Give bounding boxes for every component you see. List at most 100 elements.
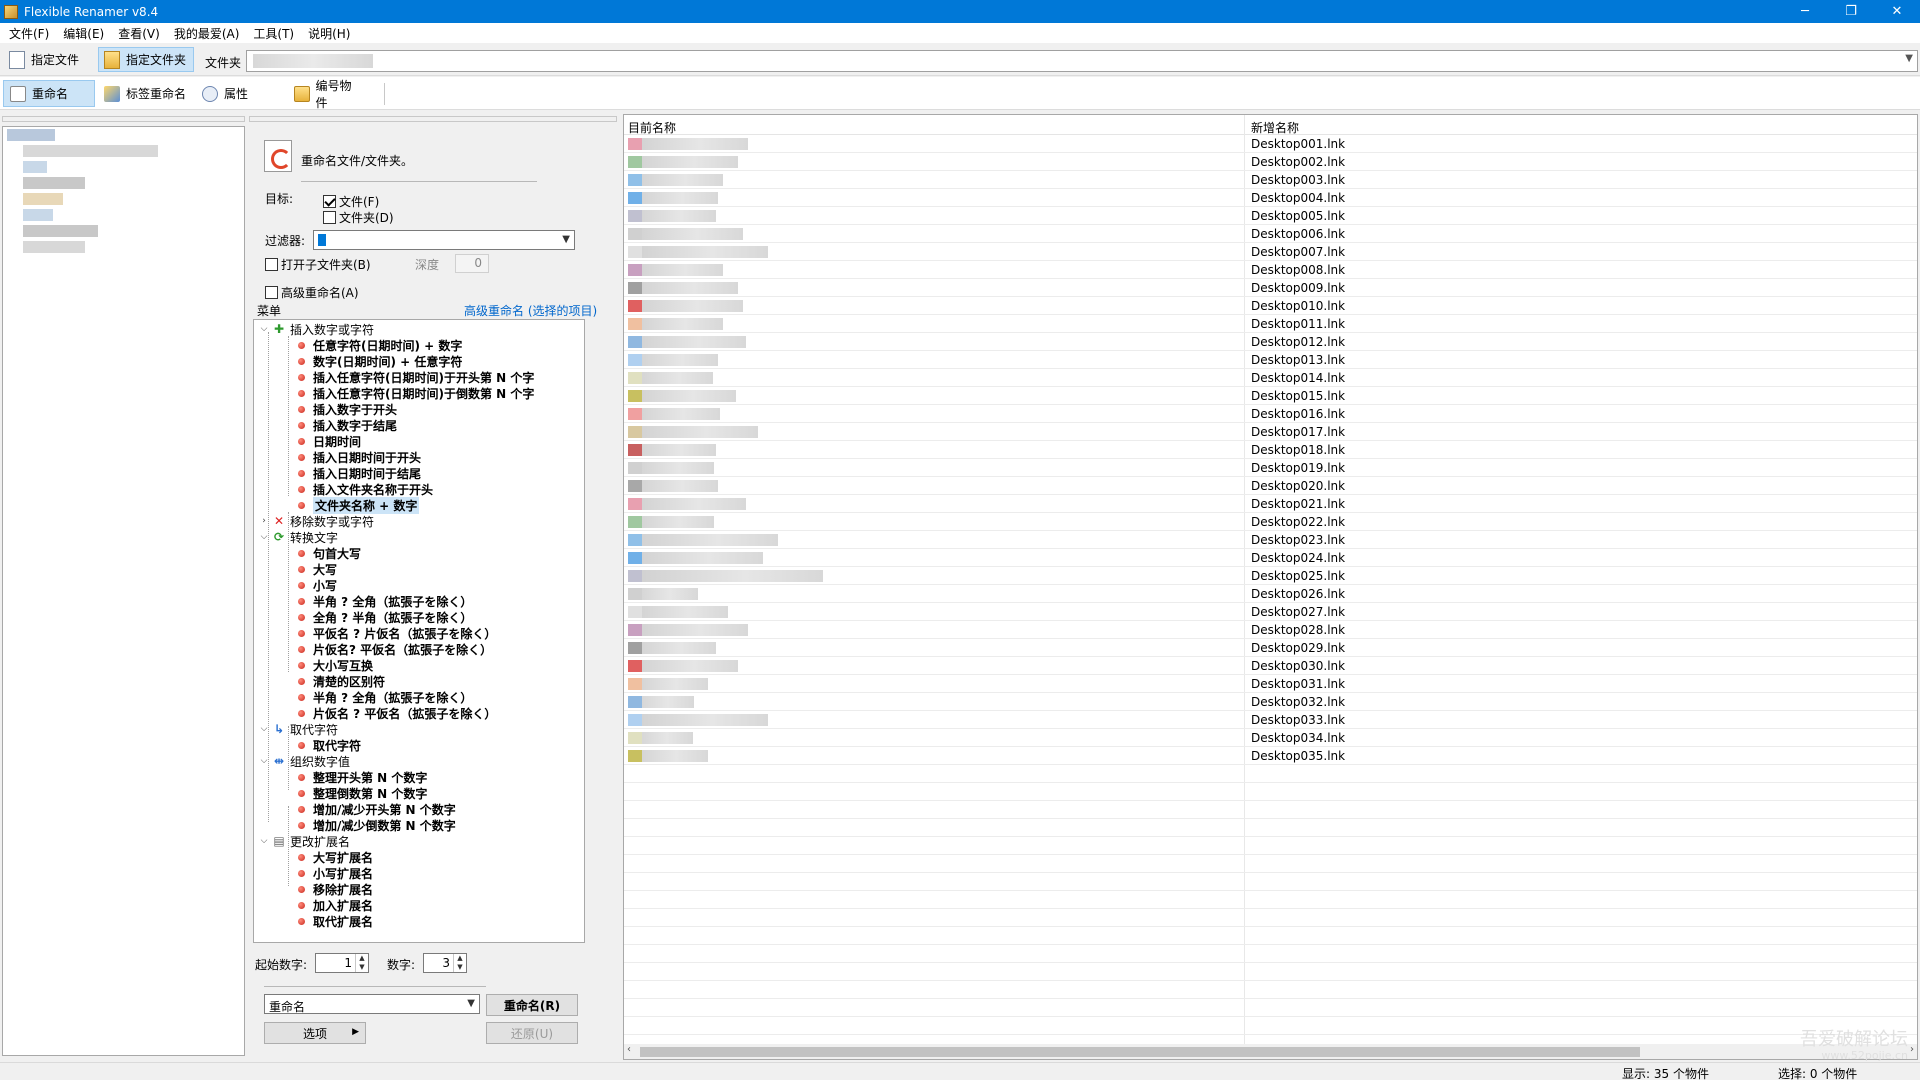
chevron-down-icon[interactable]: ⌵ xyxy=(258,324,270,334)
tree-item[interactable]: 增加/减少倒数第 N 个数字 xyxy=(298,817,456,833)
tree-item[interactable]: 片仮名 ? 平仮名（拡張子を除く） xyxy=(298,705,496,721)
scrollbar-thumb[interactable] xyxy=(640,1047,1640,1057)
tree-node-redacted[interactable] xyxy=(23,145,158,157)
tree-category-replace[interactable]: ⌵ ↳ 取代字符 xyxy=(258,721,338,737)
table-row[interactable]: Desktop025.lnk xyxy=(624,567,1917,585)
table-row[interactable]: Desktop022.lnk xyxy=(624,513,1917,531)
open-subfolders-checkbox[interactable]: 打开子文件夹(B) xyxy=(265,256,371,273)
digits-spinner[interactable]: 3 ▲ ▼ xyxy=(423,953,467,973)
table-row[interactable]: Desktop007.lnk xyxy=(624,243,1917,261)
file-list[interactable]: 目前名称 新增名称 Desktop001.lnk Desktop002.lnk De… xyxy=(623,114,1918,1060)
tab-tag-rename[interactable]: 标签重命名 xyxy=(98,80,194,107)
function-tree[interactable]: ⌵ ✚ 插入数字或字符 任意字符(日期时间) + 数字 数字(日期时间) + 任… xyxy=(253,319,585,943)
table-row[interactable]: Desktop029.lnk xyxy=(624,639,1917,657)
tree-item[interactable]: 片仮名? 平仮名（拡張子を除く） xyxy=(298,641,492,657)
table-row[interactable]: Desktop003.lnk xyxy=(624,171,1917,189)
close-icon[interactable]: ✕ xyxy=(1874,0,1920,23)
tree-item[interactable]: 插入数字于开头 xyxy=(298,401,397,417)
table-row[interactable]: Desktop009.lnk xyxy=(624,279,1917,297)
tree-item[interactable]: 插入日期时间于开头 xyxy=(298,449,421,465)
tab-rename[interactable]: 重命名 xyxy=(3,80,95,107)
table-row[interactable]: Desktop034.lnk xyxy=(624,729,1917,747)
tree-item[interactable]: 整理倒数第 N 个数字 xyxy=(298,785,427,801)
specify-folder-button[interactable]: 指定文件夹 xyxy=(98,47,194,72)
chevron-right-icon[interactable]: › xyxy=(258,516,270,526)
tree-node-redacted[interactable] xyxy=(23,193,63,205)
options-button[interactable]: 选项 ▶ xyxy=(264,1022,366,1044)
tree-item[interactable]: 大小写互换 xyxy=(298,657,373,673)
table-row[interactable]: Desktop018.lnk xyxy=(624,441,1917,459)
tree-item[interactable]: 取代扩展名 xyxy=(298,913,373,929)
depth-input[interactable]: 0 xyxy=(455,254,489,273)
table-row[interactable]: Desktop027.lnk xyxy=(624,603,1917,621)
file-checkbox[interactable]: 文件(F) xyxy=(323,193,379,210)
tab-numbering[interactable]: 编号物件 xyxy=(288,79,368,110)
filter-combo[interactable]: ▼ xyxy=(313,230,575,250)
tree-item[interactable]: 大写 xyxy=(298,561,337,577)
tree-category-organize[interactable]: ⌵ ⇹ 组织数字值 xyxy=(258,753,350,769)
table-row[interactable]: Desktop014.lnk xyxy=(624,369,1917,387)
table-row[interactable]: Desktop001.lnk xyxy=(624,135,1917,153)
table-row[interactable]: Desktop019.lnk xyxy=(624,459,1917,477)
rename-button[interactable]: 重命名(R) xyxy=(486,994,578,1016)
specify-file-button[interactable]: 指定文件 xyxy=(4,47,92,72)
tree-node-redacted[interactable] xyxy=(23,161,47,173)
table-row[interactable]: Desktop006.lnk xyxy=(624,225,1917,243)
table-row[interactable]: Desktop013.lnk xyxy=(624,351,1917,369)
tree-node-redacted[interactable] xyxy=(23,225,98,237)
chevron-down-icon[interactable]: ⌵ xyxy=(258,532,270,542)
table-row[interactable]: Desktop002.lnk xyxy=(624,153,1917,171)
tree-item[interactable]: 插入任意字符(日期时间)于倒数第 N 个字 xyxy=(298,385,534,401)
menu-help[interactable]: 说明(H) xyxy=(301,25,357,42)
tree-item[interactable]: 取代字符 xyxy=(298,737,361,753)
folder-tree[interactable] xyxy=(2,126,245,1056)
tree-item[interactable]: 半角 ? 全角（拡張子を除く） xyxy=(298,689,472,705)
tree-category-remove[interactable]: › ✕ 移除数字或字符 xyxy=(258,513,374,529)
table-row[interactable]: Desktop010.lnk xyxy=(624,297,1917,315)
undo-button[interactable]: 还原(U) xyxy=(486,1022,578,1044)
column-header-current[interactable]: 目前名称 xyxy=(628,119,676,136)
table-row[interactable]: Desktop005.lnk xyxy=(624,207,1917,225)
tree-item[interactable]: 句首大写 xyxy=(298,545,361,561)
tree-item[interactable]: 小写扩展名 xyxy=(298,865,373,881)
tree-item[interactable]: 插入任意字符(日期时间)于开头第 N 个字 xyxy=(298,369,534,385)
tree-item[interactable]: 插入数字于结尾 xyxy=(298,417,397,433)
table-row[interactable]: Desktop008.lnk xyxy=(624,261,1917,279)
chevron-down-icon[interactable]: ⌵ xyxy=(258,724,270,734)
spinner-arrows-icon[interactable]: ▲ ▼ xyxy=(355,954,368,972)
advanced-rename-checkbox[interactable]: 高级重命名(A) xyxy=(265,284,359,301)
chevron-down-icon[interactable]: ▼ xyxy=(467,998,475,1009)
table-row[interactable]: Desktop023.lnk xyxy=(624,531,1917,549)
menu-file[interactable]: 文件(F) xyxy=(2,25,56,42)
table-row[interactable]: Desktop024.lnk xyxy=(624,549,1917,567)
scroll-right-icon[interactable]: › xyxy=(1910,1044,1914,1055)
table-row[interactable]: Desktop016.lnk xyxy=(624,405,1917,423)
tree-item-selected[interactable]: 文件夹名称 + 数字 xyxy=(298,496,420,514)
tree-item[interactable]: 数字(日期时间) + 任意字符 xyxy=(298,353,462,369)
table-row[interactable]: Desktop028.lnk xyxy=(624,621,1917,639)
tree-item[interactable]: 全角 ? 半角（拡張子を除く） xyxy=(298,609,472,625)
tree-node-redacted[interactable] xyxy=(23,241,85,253)
table-row[interactable]: Desktop032.lnk xyxy=(624,693,1917,711)
horizontal-scrollbar[interactable]: ‹ › xyxy=(624,1044,1917,1059)
tab-attributes[interactable]: 属性 xyxy=(196,80,256,107)
tree-item[interactable]: 移除扩展名 xyxy=(298,881,373,897)
tree-item[interactable]: 大写扩展名 xyxy=(298,849,373,865)
table-row[interactable]: Desktop011.lnk xyxy=(624,315,1917,333)
start-number-spinner[interactable]: 1 ▲ ▼ xyxy=(315,953,369,973)
menu-favorites[interactable]: 我的最爱(A) xyxy=(167,25,247,42)
tree-category-convert[interactable]: ⌵ ⟳ 转换文字 xyxy=(258,529,338,545)
tree-item[interactable]: 增加/减少开头第 N 个数字 xyxy=(298,801,456,817)
table-row[interactable]: Desktop030.lnk xyxy=(624,657,1917,675)
tree-item[interactable]: 整理开头第 N 个数字 xyxy=(298,769,427,785)
menu-tools[interactable]: 工具(T) xyxy=(246,25,301,42)
tree-item[interactable]: 平仮名 ? 片仮名（拡張子を除く） xyxy=(298,625,496,641)
tree-item[interactable]: 加入扩展名 xyxy=(298,897,373,913)
table-row[interactable]: Desktop033.lnk xyxy=(624,711,1917,729)
chevron-down-icon[interactable]: ▼ xyxy=(1905,53,1913,64)
chevron-down-icon[interactable]: ▼ xyxy=(562,234,570,245)
tree-item[interactable]: 插入日期时间于结尾 xyxy=(298,465,421,481)
mode-combo[interactable]: 重命名 ▼ xyxy=(264,994,480,1014)
tree-item[interactable]: 任意字符(日期时间) + 数字 xyxy=(298,337,462,353)
tree-item[interactable]: 插入文件夹名称于开头 xyxy=(298,481,433,497)
